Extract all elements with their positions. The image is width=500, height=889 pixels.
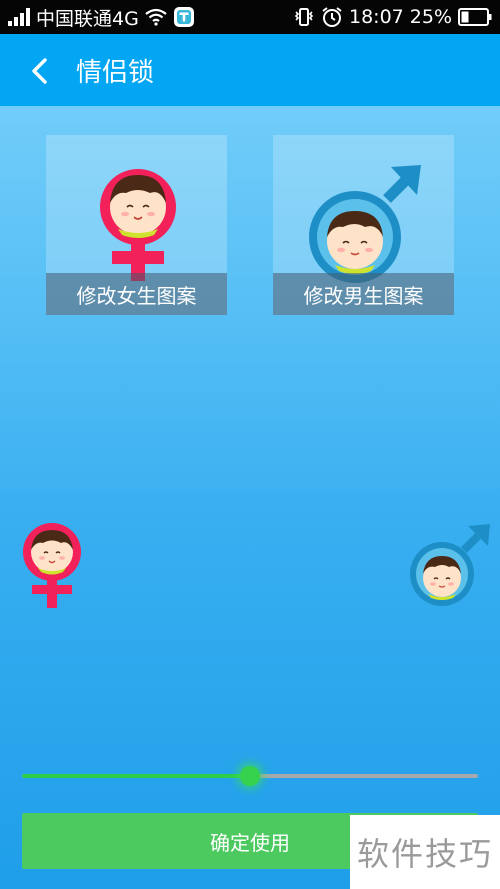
male-pattern-card[interactable]: 修改男生图案 [273, 135, 454, 315]
battery-icon [458, 8, 492, 26]
size-slider-track[interactable] [22, 766, 478, 786]
clock-text: 18:07 [349, 6, 404, 28]
female-symbol-icon[interactable] [20, 522, 84, 610]
battery-text: 25% [409, 6, 452, 28]
slider-thumb[interactable] [240, 766, 260, 786]
alarm-icon [322, 7, 342, 27]
wifi-icon [145, 8, 167, 26]
male-symbol-icon[interactable] [406, 522, 492, 608]
app-bar: 情侣锁 [0, 34, 500, 106]
status-bar: 中国联通4G 18:07 25% [0, 0, 500, 34]
watermark-text: 软件技巧 [356, 835, 493, 873]
back-arrow-icon[interactable] [26, 56, 56, 86]
female-pattern-label: 修改女生图案 [46, 273, 227, 315]
female-symbol-icon [100, 169, 176, 281]
page-title: 情侣锁 [76, 58, 155, 88]
vibrate-icon [294, 8, 314, 26]
signal-icon [8, 8, 30, 26]
confirm-use-label: 确定使用 [210, 830, 290, 855]
male-symbol-icon [309, 165, 421, 283]
slider-fill [22, 774, 250, 778]
male-pattern-label: 修改男生图案 [273, 273, 454, 315]
watermark: 软件技巧 [350, 815, 500, 889]
notification-t-icon [173, 7, 194, 27]
female-pattern-card[interactable]: 修改女生图案 [46, 135, 227, 315]
carrier-text: 中国联通4G [36, 7, 139, 30]
